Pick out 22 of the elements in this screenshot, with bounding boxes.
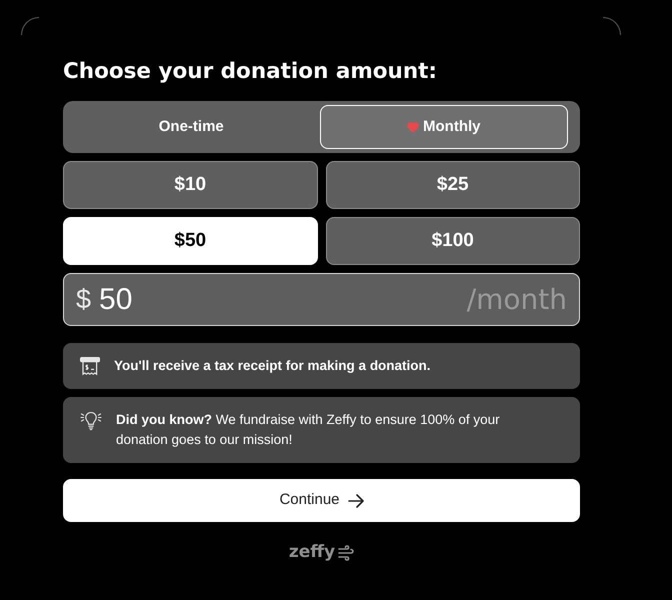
heart-icon <box>407 122 419 132</box>
frequency-suffix: /month <box>466 286 567 314</box>
corner-arc <box>603 17 621 35</box>
wind-icon <box>338 544 354 560</box>
amount-option[interactable]: $50 <box>63 217 318 265</box>
lightbulb-icon <box>80 411 102 431</box>
amount-option[interactable]: $10 <box>63 161 318 209</box>
amount-option[interactable]: $100 <box>326 217 580 265</box>
amount-input[interactable]: 50 <box>99 282 220 316</box>
amount-field[interactable]: $ 50 /month <box>63 273 580 326</box>
frequency-tab[interactable]: Monthly <box>320 105 568 149</box>
receipt-icon <box>80 357 100 376</box>
arrow-right-icon <box>348 494 364 508</box>
corner-arc <box>21 17 39 35</box>
continue-button[interactable]: Continue <box>63 479 580 522</box>
amount-option[interactable]: $25 <box>326 161 580 209</box>
currency-symbol: $ <box>76 286 92 313</box>
page-heading: Choose your donation amount: <box>63 58 438 86</box>
notice-text: You'll receive a tax receipt for making a donation. <box>114 357 431 375</box>
frequency-tab[interactable]: One-time <box>67 105 316 149</box>
brand-logo-text: zeffy <box>288 544 336 561</box>
notice-text: Did you know? We fundraise with Zeffy to ensure 100% of your donation goes to our mission! <box>116 411 501 449</box>
